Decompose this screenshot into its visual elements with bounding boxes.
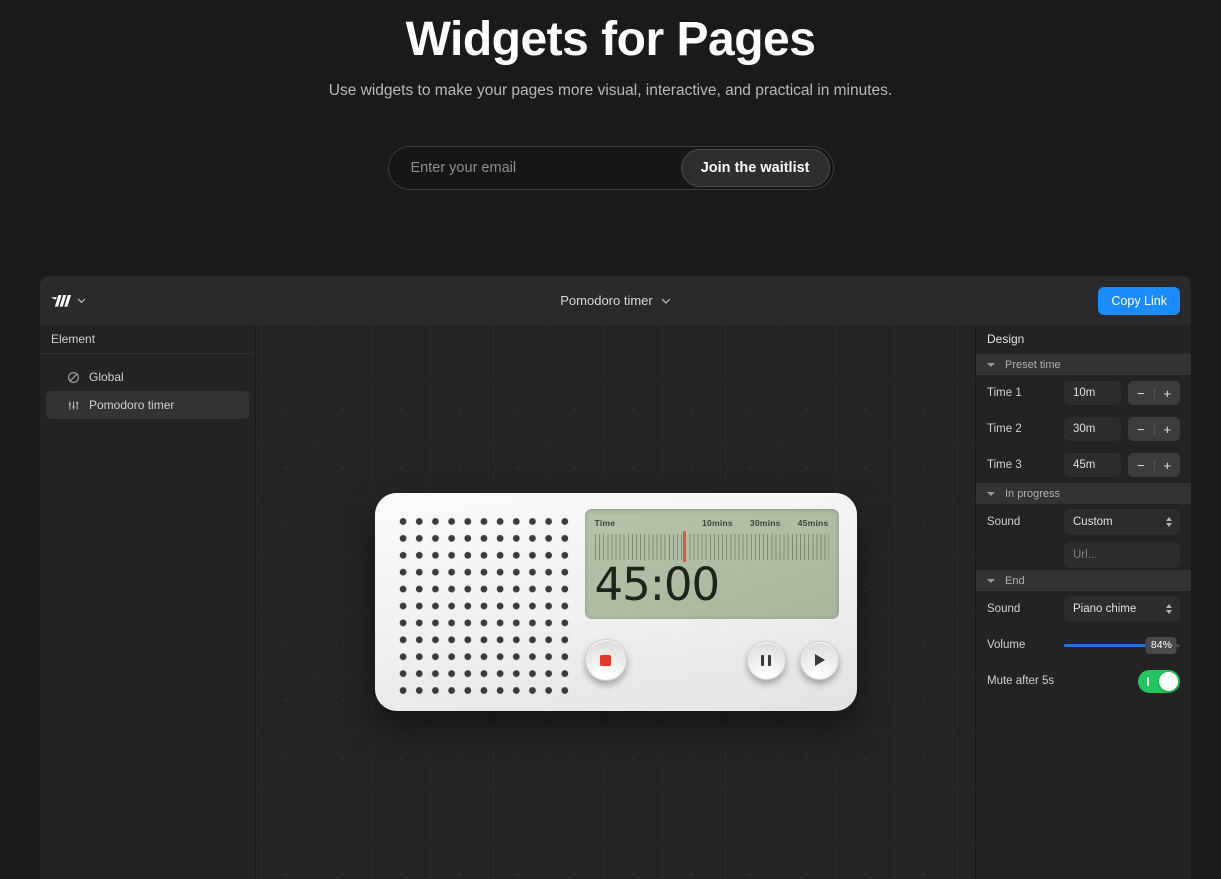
design-canvas[interactable]: Time 10mins 30mins 45mins 45:00	[256, 325, 975, 879]
select-value: Custom	[1073, 516, 1113, 528]
page-subtitle: Use widgets to make your pages more visu…	[328, 82, 893, 99]
lcd-tick-30: 30mins	[749, 518, 781, 528]
toggle-on-bar-icon	[1147, 676, 1149, 686]
row-in-progress-url: Url...	[976, 540, 1191, 570]
widget-right-column: Time 10mins 30mins 45mins 45:00	[571, 509, 839, 695]
design-panel: Design Preset time Time 1 10m − + Time 2…	[975, 325, 1191, 879]
volume-value-badge[interactable]: 84%	[1145, 636, 1177, 654]
lcd-tick-10: 10mins	[702, 518, 733, 528]
triangle-down-icon	[987, 362, 995, 367]
increment-button[interactable]: +	[1155, 459, 1181, 472]
lcd-tick-45: 45mins	[797, 518, 829, 528]
sidebar-header: Element	[40, 325, 255, 354]
pause-icon	[761, 654, 771, 666]
increment-button[interactable]: +	[1155, 387, 1181, 400]
volume-slider[interactable]: 84%	[1064, 635, 1180, 655]
section-title: End	[1005, 574, 1025, 587]
time-1-value[interactable]: 10m	[1064, 381, 1121, 405]
sliders-icon	[68, 400, 79, 410]
waitlist-field-group: Join the waitlist	[387, 146, 834, 190]
row-label: Volume	[987, 639, 1026, 651]
widget-controls	[584, 619, 839, 695]
triangle-down-icon	[987, 491, 995, 496]
document-title-menu[interactable]: Pomodoro timer	[40, 293, 1191, 308]
select-chevrons-icon	[1166, 517, 1172, 527]
row-mute: Mute after 5s	[976, 663, 1191, 699]
chevron-down-icon	[661, 298, 670, 304]
section-in-progress[interactable]: In progress	[976, 483, 1191, 504]
row-label: Time 2	[987, 423, 1022, 435]
document-title-label: Pomodoro timer	[560, 293, 653, 308]
sidebar-item-pomodoro-timer[interactable]: Pomodoro timer	[46, 391, 249, 419]
row-time-1: Time 1 10m − +	[976, 375, 1191, 411]
section-title: In progress	[1005, 487, 1061, 500]
time-2-stepper: − +	[1128, 417, 1180, 441]
time-3-stepper: − +	[1128, 453, 1180, 477]
row-end-sound: Sound Piano chime	[976, 591, 1191, 627]
section-end[interactable]: End	[976, 570, 1191, 591]
email-input[interactable]	[410, 160, 681, 176]
lcd-countdown: 45:00	[594, 558, 721, 611]
end-sound-select[interactable]: Piano chime	[1064, 596, 1180, 622]
sidebar-item-global[interactable]: Global	[46, 363, 249, 391]
play-icon	[815, 654, 825, 666]
lcd-ruler	[594, 531, 829, 562]
lcd-label-row: Time 10mins 30mins 45mins	[595, 518, 829, 528]
mute-after-5s-toggle[interactable]	[1138, 669, 1180, 693]
in-progress-sound-select[interactable]: Custom	[1064, 509, 1180, 535]
sidebar-item-label: Global	[89, 370, 124, 384]
section-preset-time[interactable]: Preset time	[976, 354, 1191, 375]
row-label: Sound	[987, 516, 1021, 528]
hero-section: Widgets for Pages Use widgets to make yo…	[0, 0, 1221, 190]
row-label: Time 1	[987, 387, 1022, 399]
triangle-down-icon	[987, 578, 995, 583]
design-panel-header: Design	[976, 325, 1191, 354]
decrement-button[interactable]: −	[1128, 423, 1154, 436]
select-chevrons-icon	[1166, 604, 1172, 614]
custom-sound-url-input[interactable]: Url...	[1064, 542, 1180, 568]
sidebar-list: Global Pomodoro timer	[40, 354, 255, 419]
stop-icon	[600, 654, 611, 666]
select-value: Piano chime	[1073, 603, 1137, 615]
pause-button[interactable]	[746, 640, 786, 680]
app-body: Element Global Pomodoro timer Time 10min…	[40, 325, 1191, 879]
element-sidebar: Element Global Pomodoro timer	[40, 325, 256, 879]
time-1-stepper: − +	[1128, 381, 1180, 405]
copy-link-button[interactable]: Copy Link	[1098, 286, 1180, 315]
row-label: Mute after 5s	[987, 675, 1055, 687]
time-3-value[interactable]: 45m	[1064, 453, 1121, 477]
lcd-time-label: Time	[594, 518, 616, 528]
row-time-2: Time 2 30m − +	[976, 411, 1191, 447]
join-waitlist-button[interactable]: Join the waitlist	[680, 149, 830, 187]
decrement-button[interactable]: −	[1128, 459, 1154, 472]
waitlist-form: Join the waitlist	[0, 146, 1221, 190]
row-volume: Volume 84%	[976, 627, 1191, 663]
decrement-button[interactable]: −	[1128, 387, 1154, 400]
lcd-screen: Time 10mins 30mins 45mins 45:00	[584, 509, 839, 619]
app-toolbar: Pomodoro timer Copy Link	[40, 276, 1191, 325]
speaker-grille	[392, 509, 571, 695]
section-title: Preset time	[1005, 358, 1061, 371]
app-window: Pomodoro timer Copy Link Element Global	[40, 276, 1191, 879]
row-label: Time 3	[987, 459, 1022, 471]
pomodoro-timer-widget[interactable]: Time 10mins 30mins 45mins 45:00	[374, 493, 857, 711]
row-time-3: Time 3 45m − +	[976, 447, 1191, 483]
transport-buttons	[746, 640, 839, 680]
row-in-progress-sound: Sound Custom	[976, 504, 1191, 540]
increment-button[interactable]: +	[1155, 423, 1181, 436]
lcd-position-marker	[683, 531, 686, 562]
page-title: Widgets for Pages	[405, 13, 816, 66]
sidebar-item-label: Pomodoro timer	[89, 398, 175, 412]
time-2-value[interactable]: 30m	[1064, 417, 1121, 441]
row-label: Sound	[987, 603, 1021, 615]
stop-button[interactable]	[584, 639, 627, 681]
ban-circle-icon	[68, 371, 79, 383]
play-button[interactable]	[799, 640, 839, 680]
toggle-knob	[1159, 671, 1178, 691]
